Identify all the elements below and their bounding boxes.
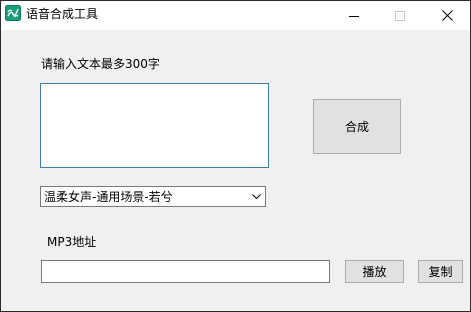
synthesize-button[interactable]: 合成 bbox=[313, 99, 401, 154]
app-logo-icon bbox=[5, 5, 21, 21]
minimize-button[interactable] bbox=[331, 1, 377, 30]
text-input-label: 请输入文本最多300字 bbox=[41, 57, 160, 71]
mp3-address-field[interactable] bbox=[41, 260, 330, 283]
voice-select-value: 温柔女声-通用场景-若兮 bbox=[44, 189, 173, 204]
close-button[interactable] bbox=[424, 1, 470, 30]
maximize-icon bbox=[395, 10, 405, 21]
text-input-area[interactable] bbox=[40, 83, 269, 168]
close-icon bbox=[441, 10, 453, 21]
maximize-button[interactable] bbox=[377, 1, 423, 30]
app-window: 语音合成工具 请输入文本最多300字 合成 温柔女声-通用场景-若兮 MP3地址… bbox=[0, 0, 471, 312]
window-title: 语音合成工具 bbox=[26, 7, 99, 21]
chevron-down-icon bbox=[247, 187, 265, 206]
minimize-icon bbox=[349, 11, 359, 21]
copy-button[interactable]: 复制 bbox=[418, 260, 463, 283]
voice-select[interactable]: 温柔女声-通用场景-若兮 bbox=[40, 186, 266, 207]
title-bar[interactable]: 语音合成工具 bbox=[1, 1, 470, 30]
play-button[interactable]: 播放 bbox=[345, 260, 404, 283]
mp3-address-label: MP3地址 bbox=[47, 235, 97, 249]
